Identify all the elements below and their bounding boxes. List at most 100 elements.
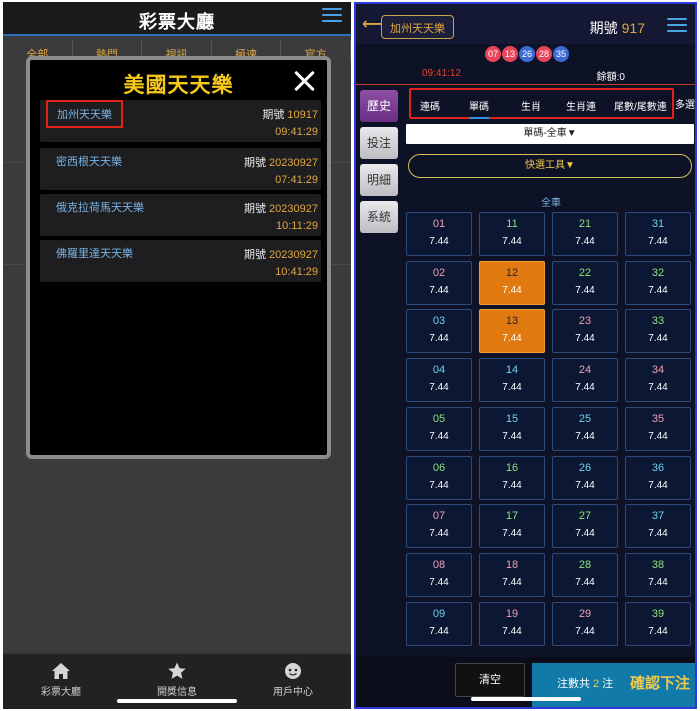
play-tab[interactable]: 生肖	[521, 98, 541, 113]
number-cell[interactable]: 38 7.44	[625, 552, 691, 597]
number-cell[interactable]: 26 7.44	[552, 455, 618, 500]
number-label: 02	[432, 266, 446, 279]
number-label: 34	[651, 364, 665, 377]
number-cell[interactable]: 39 7.44	[625, 601, 691, 646]
odds-label: 7.44	[502, 284, 522, 296]
side-button-bet[interactable]: 投注	[360, 127, 398, 159]
lottery-item[interactable]: 加州天天樂 期號 10917 09:41:29	[40, 100, 321, 142]
number-cell[interactable]: 23 7.44	[552, 309, 618, 354]
number-cell[interactable]: 33 7.44	[625, 309, 691, 354]
play-tab-more[interactable]: 多選	[675, 96, 695, 111]
number-cell[interactable]: 14 7.44	[479, 358, 545, 403]
number-cell[interactable]: 22 7.44	[552, 260, 618, 305]
side-menu: 歷史 投注 明細 系統	[360, 90, 398, 238]
number-cell[interactable]: 18 7.44	[479, 552, 545, 597]
number-cell[interactable]: 03 7.44	[406, 309, 472, 354]
odds-label: 7.44	[575, 430, 595, 442]
number-cell[interactable]: 21 7.44	[552, 212, 618, 256]
number-label: 25	[578, 412, 592, 425]
number-cell[interactable]: 17 7.44	[479, 504, 545, 549]
number-cell[interactable]: 19 7.44	[479, 601, 545, 646]
lottery-item[interactable]: 佛羅里達天天樂 期號 20230927 10:41:29	[40, 240, 321, 282]
number-cell[interactable]: 07 7.44	[406, 504, 472, 549]
side-button-detail[interactable]: 明細	[360, 164, 398, 196]
odds-label: 7.44	[429, 576, 449, 588]
number-cell[interactable]: 11 7.44	[479, 212, 545, 256]
number-cell[interactable]: 02 7.44	[406, 260, 472, 305]
number-cell[interactable]: 35 7.44	[625, 406, 691, 451]
number-label: 28	[578, 558, 592, 571]
side-button-history[interactable]: 歷史	[360, 90, 398, 122]
number-cell[interactable]: 32 7.44	[625, 260, 691, 305]
odds-label: 7.44	[648, 528, 668, 540]
odds-label: 7.44	[429, 382, 449, 394]
lottery-item[interactable]: 俄克拉荷馬天天樂 期號 20230927 10:11:29	[40, 194, 321, 236]
number-cell[interactable]: 25 7.44	[552, 406, 618, 451]
number-cell[interactable]: 05 7.44	[406, 406, 472, 451]
number-label: 36	[651, 461, 665, 474]
confirm-bet-button[interactable]: 確認下注	[630, 672, 690, 693]
tab-label: 開獎信息	[157, 687, 197, 698]
number-cell[interactable]: 28 7.44	[552, 552, 618, 597]
number-cell[interactable]: 31 7.44	[625, 212, 691, 256]
odds-label: 7.44	[429, 284, 449, 296]
user-icon	[285, 663, 301, 679]
odds-label: 7.44	[502, 382, 522, 394]
number-cell[interactable]: 13 7.44	[479, 309, 545, 354]
menu-icon[interactable]	[322, 8, 342, 22]
odds-label: 7.44	[648, 576, 668, 588]
lottery-period: 期號 10917	[262, 109, 318, 121]
number-cell[interactable]: 29 7.44	[552, 601, 618, 646]
lottery-time: 07:41:29	[275, 174, 318, 186]
number-label: 17	[505, 510, 519, 523]
menu-icon[interactable]	[667, 18, 687, 32]
play-select-dropdown[interactable]: 單碼-全車▼	[406, 124, 694, 144]
number-cell[interactable]: 06 7.44	[406, 455, 472, 500]
number-cell[interactable]: 24 7.44	[552, 358, 618, 403]
number-cell[interactable]: 34 7.44	[625, 358, 691, 403]
odds-label: 7.44	[575, 333, 595, 345]
number-label: 29	[578, 607, 592, 620]
play-tab[interactable]: 尾數/尾數連	[614, 98, 667, 113]
number-cell[interactable]: 27 7.44	[552, 504, 618, 549]
number-cell[interactable]: 09 7.44	[406, 601, 472, 646]
number-label: 04	[432, 364, 446, 377]
number-label: 18	[505, 558, 519, 571]
clear-button[interactable]: 清空	[455, 663, 525, 697]
number-cell[interactable]: 04 7.44	[406, 358, 472, 403]
lobby-header: 彩票大廳	[3, 2, 351, 36]
odds-label: 7.44	[648, 382, 668, 394]
lottery-item[interactable]: 密西根天天樂 期號 20230927 07:41:29	[40, 148, 321, 190]
odds-label: 7.44	[575, 625, 595, 637]
odds-label: 7.44	[429, 625, 449, 637]
play-tab-active[interactable]: 單碼	[469, 98, 489, 119]
quick-pick-button[interactable]: 快選工具▼	[408, 154, 692, 178]
bet-count: 注數共 2 注	[557, 678, 614, 690]
number-label: 24	[578, 364, 592, 377]
tab-user[interactable]: 用戶中心	[235, 654, 351, 709]
lottery-switch-button[interactable]: 加州天天樂	[381, 15, 454, 39]
number-cell[interactable]: 01 7.44	[406, 212, 472, 256]
number-label: 33	[651, 315, 665, 328]
odds-label: 7.44	[429, 479, 449, 491]
number-cell[interactable]: 12 7.44	[479, 260, 545, 305]
odds-label: 7.44	[502, 479, 522, 491]
section-label: 全車	[541, 198, 561, 209]
number-cell[interactable]: 37 7.44	[625, 504, 691, 549]
betting-header: ⟵ 加州天天樂 期號 917	[356, 4, 695, 44]
number-label: 19	[505, 607, 519, 620]
number-label: 15	[505, 412, 519, 425]
number-cell[interactable]: 36 7.44	[625, 455, 691, 500]
lottery-time: 09:41:29	[275, 126, 318, 138]
odds-label: 7.44	[502, 625, 522, 637]
close-icon[interactable]	[293, 70, 315, 92]
draw-result-balls: 07 13 26 28 35	[485, 46, 569, 62]
play-tab[interactable]: 連碼	[420, 98, 440, 113]
number-cell[interactable]: 15 7.44	[479, 406, 545, 451]
side-button-system[interactable]: 系統	[360, 201, 398, 233]
odds-label: 7.44	[502, 528, 522, 540]
number-cell[interactable]: 08 7.44	[406, 552, 472, 597]
number-cell[interactable]: 16 7.44	[479, 455, 545, 500]
tab-lobby[interactable]: 彩票大廳	[3, 654, 119, 709]
play-tab[interactable]: 生肖連	[566, 98, 596, 113]
